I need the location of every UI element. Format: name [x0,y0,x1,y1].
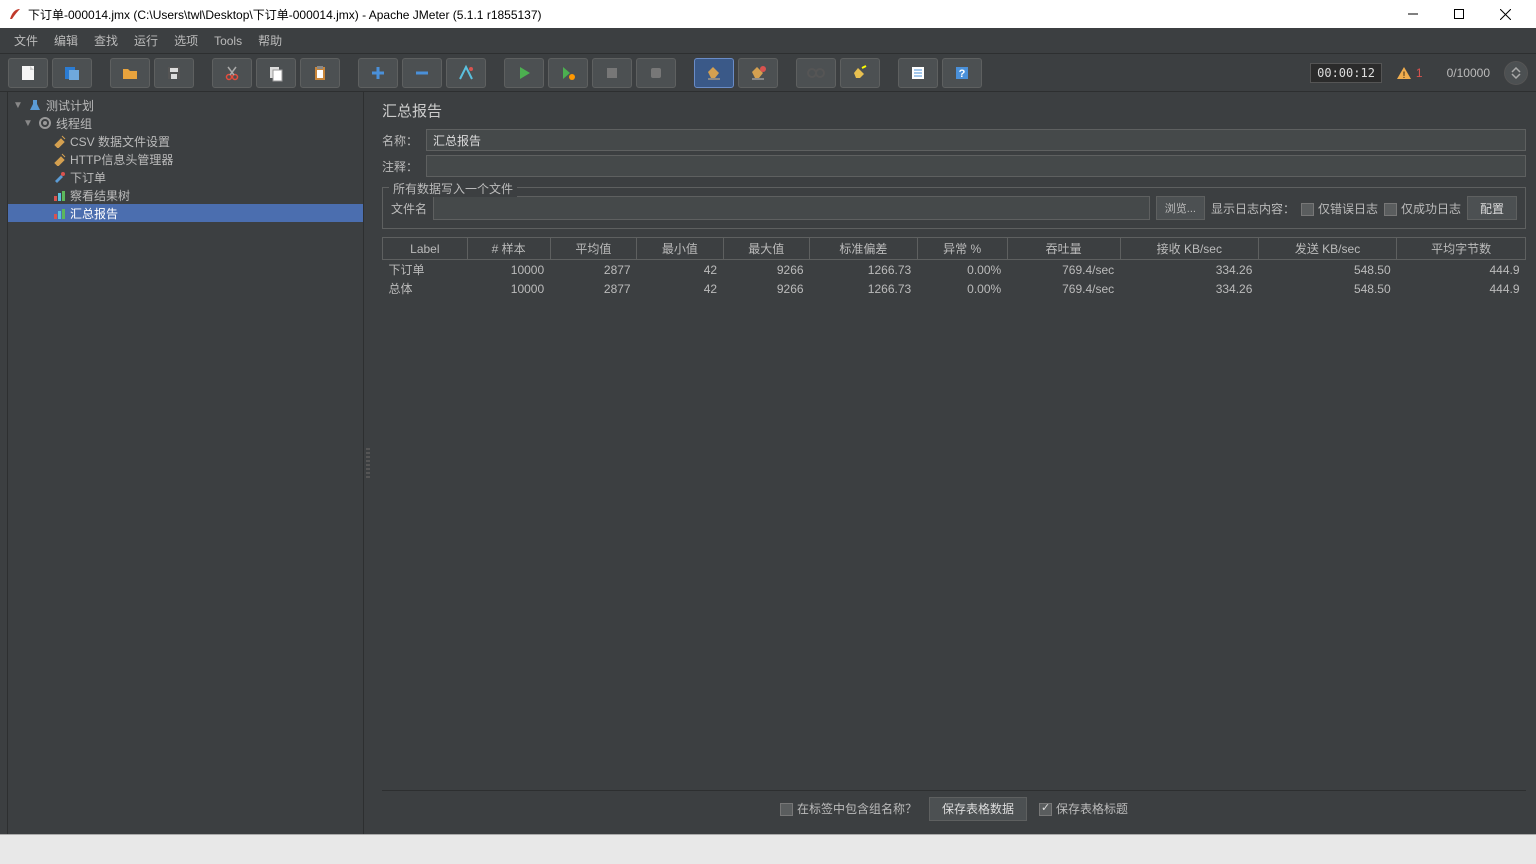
paste-button[interactable] [300,58,340,88]
table-row[interactable]: 总体1000028774292661266.730.00%769.4/sec33… [383,279,1526,298]
tree-item-sampler[interactable]: 下订单 [8,168,363,186]
stop-button[interactable] [592,58,632,88]
name-input[interactable] [426,129,1526,151]
clear-button[interactable] [694,58,734,88]
comment-input[interactable] [426,155,1526,177]
tree-item-test-plan[interactable]: ▼ 测试计划 [8,96,363,114]
save-button[interactable] [154,58,194,88]
show-log-label: 显示日志内容： [1211,200,1295,217]
panel-title: 汇总报告 [382,100,1526,121]
toggle-button[interactable] [446,58,486,88]
start-no-pause-button[interactable] [548,58,588,88]
copy-button[interactable] [256,58,296,88]
warning-icon: ! [1396,65,1412,81]
include-group-checkbox[interactable]: 在标签中包含组名称？ [780,800,917,817]
save-table-data-button[interactable]: 保存表格数据 [929,797,1027,821]
menu-edit[interactable]: 编辑 [46,29,86,52]
errors-only-checkbox[interactable]: 仅错误日志 [1301,200,1378,217]
warning-count: 1 [1416,66,1423,80]
cut-button[interactable] [212,58,252,88]
close-button[interactable] [1482,0,1528,28]
function-helper-button[interactable] [898,58,938,88]
comment-label: 注释： [382,158,426,175]
menu-search[interactable]: 查找 [86,29,126,52]
warning-indicator[interactable]: ! 1 [1396,65,1423,81]
shutdown-button[interactable] [636,58,676,88]
reset-search-button[interactable] [840,58,880,88]
table-row[interactable]: 下订单1000028774292661266.730.00%769.4/sec3… [383,260,1526,280]
col-recv[interactable]: 接收 KB/sec [1120,238,1258,260]
col-average[interactable]: 平均值 [550,238,636,260]
col-avgbytes[interactable]: 平均字节数 [1397,238,1526,260]
elapsed-timer: 00:00:12 [1310,63,1382,83]
chart-icon [51,205,67,221]
minimize-button[interactable] [1390,0,1436,28]
tree-item-http-header[interactable]: HTTP信息头管理器 [8,150,363,168]
save-header-checkbox[interactable]: 保存表格标题 [1039,800,1128,817]
remove-button[interactable] [402,58,442,88]
search-button[interactable] [796,58,836,88]
filename-input[interactable] [433,196,1150,220]
wrench-icon [51,151,67,167]
bottom-bar: 在标签中包含组名称？ 保存表格数据 保存表格标题 [382,790,1526,826]
table-header-row: Label # 样本 平均值 最小值 最大值 标准偏差 异常 % 吞吐量 接收 … [383,238,1526,260]
col-stddev[interactable]: 标准偏差 [810,238,918,260]
configure-button[interactable]: 配置 [1467,196,1517,220]
col-samples[interactable]: # 样本 [467,238,550,260]
titlebar: 下订单-000014.jmx (C:\Users\twl\Desktop\下订单… [0,0,1536,28]
tree-item-summary-report[interactable]: 汇总报告 [8,204,363,222]
name-label: 名称： [382,132,426,149]
flask-icon [27,97,43,113]
window-title: 下订单-000014.jmx (C:\Users\twl\Desktop\下订单… [28,6,1390,23]
toolbar: ? 00:00:12 ! 1 0/10000 [0,54,1536,92]
menu-options[interactable]: 选项 [166,29,206,52]
dropper-icon [51,169,67,185]
wrench-icon [51,133,67,149]
collapse-icon[interactable]: ▼ [12,100,24,111]
file-output-fieldset: 所有数据写入一个文件 文件名 浏览... 显示日志内容： 仅错误日志 仅成功日志… [382,187,1526,229]
templates-button[interactable] [52,58,92,88]
col-sent[interactable]: 发送 KB/sec [1258,238,1396,260]
collapse-icon[interactable]: ▼ [22,118,34,129]
splitter-handle[interactable] [364,92,372,834]
expand-toggle-button[interactable] [1504,61,1528,85]
summary-table: Label # 样本 平均值 最小值 最大值 标准偏差 异常 % 吞吐量 接收 … [382,237,1526,298]
svg-text:!: ! [1403,70,1406,80]
tree-item-results-tree[interactable]: 察看结果树 [8,186,363,204]
menu-tools[interactable]: Tools [206,31,250,51]
menu-file[interactable]: 文件 [6,29,46,52]
browse-button[interactable]: 浏览... [1156,196,1205,220]
os-taskbar [0,834,1536,864]
test-plan-tree[interactable]: ▼ 测试计划 ▼ 线程组 CSV 数据文件设置 HTTP信息头管理器 下订单 [8,92,364,834]
clear-all-button[interactable] [738,58,778,88]
start-button[interactable] [504,58,544,88]
tree-item-csv-config[interactable]: CSV 数据文件设置 [8,132,363,150]
col-error[interactable]: 异常 % [917,238,1007,260]
summary-report-panel: 汇总报告 名称： 注释： 所有数据写入一个文件 文件名 浏览... 显示日志内容… [372,92,1536,834]
open-button[interactable] [110,58,150,88]
new-button[interactable] [8,58,48,88]
menu-run[interactable]: 运行 [126,29,166,52]
menubar: 文件 编辑 查找 运行 选项 Tools 帮助 [0,28,1536,54]
jmeter-logo-icon [8,7,22,21]
add-button[interactable] [358,58,398,88]
filename-label: 文件名 [391,200,427,217]
col-max[interactable]: 最大值 [723,238,809,260]
thread-counter: 0/10000 [1447,66,1490,80]
chart-icon [51,187,67,203]
col-min[interactable]: 最小值 [637,238,723,260]
gear-icon [37,115,53,131]
tree-item-thread-group[interactable]: ▼ 线程组 [8,114,363,132]
help-button[interactable]: ? [942,58,982,88]
fieldset-legend: 所有数据写入一个文件 [389,180,517,197]
col-label[interactable]: Label [383,238,468,260]
svg-text:?: ? [959,68,966,80]
maximize-button[interactable] [1436,0,1482,28]
success-only-checkbox[interactable]: 仅成功日志 [1384,200,1461,217]
col-throughput[interactable]: 吞吐量 [1007,238,1120,260]
menu-help[interactable]: 帮助 [250,29,290,52]
left-gutter [0,92,8,834]
